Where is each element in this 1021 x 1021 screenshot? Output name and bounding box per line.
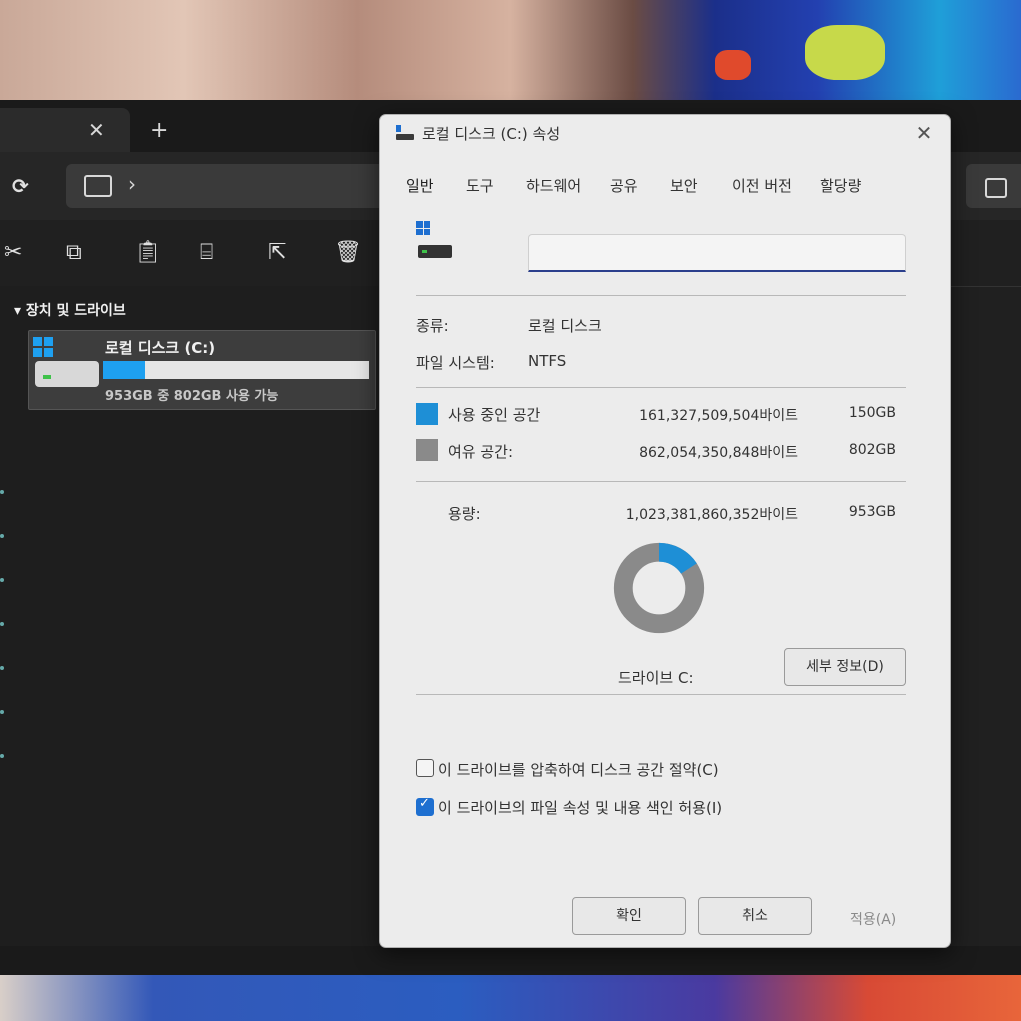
divider [416,387,906,388]
windows-logo-icon [33,337,53,357]
wallpaper-shape [805,25,885,80]
drive-icon [416,221,456,261]
divider [416,295,906,296]
divider [416,694,906,695]
compress-drive-checkbox[interactable] [416,759,434,777]
drive-usage-fill [103,361,145,379]
drive-tile-c[interactable]: 로컬 디스크 (C:) 953GB 중 802GB 사용 가능 [28,330,376,410]
used-space-size: 150GB [848,405,896,421]
file-system-label: 파일 시스템: [416,354,495,372]
refresh-icon[interactable]: ⟳ [12,174,38,200]
type-value: 로컬 디스크 [528,317,602,335]
delete-icon[interactable]: 🗑︎ [334,240,362,265]
capacity-size: 953GB [848,504,896,520]
explorer-tab[interactable]: ✕ [0,108,130,152]
this-pc-icon [84,175,112,197]
close-icon[interactable]: ✕ [912,121,936,145]
drive-led [43,375,51,379]
tab-previous-versions[interactable]: 이전 버전 [732,175,792,196]
wallpaper-shape [715,50,751,80]
drive-title-icon [396,125,414,143]
status-bar: ​ [0,946,1021,975]
compress-drive-label[interactable]: 이 드라이브를 압축하여 디스크 공간 절약(C) [438,759,719,780]
paste-icon[interactable]: 📋︎ [134,240,162,265]
address-input[interactable]: › [66,164,386,208]
free-space-swatch [416,439,438,461]
drive-properties-dialog: 로컬 디스크 (C:) 속성 ✕ 일반 도구 하드웨어 공유 보안 이전 버전 … [379,114,951,948]
used-space-bytes: 161,327,509,504바이트 [639,408,798,424]
desktop-wallpaper-bottom [0,975,1021,1021]
dialog-tabs: 일반 도구 하드웨어 공유 보안 이전 버전 할당량 [400,171,940,201]
drive-letter-label: 드라이브 C: [618,669,694,687]
dialog-title: 로컬 디스크 (C:) 속성 [422,125,561,143]
tab-quota[interactable]: 할당량 [820,175,861,196]
navigation-pane: ▾ 장치 및 드라이브 로컬 디스크 (C:) 953GB 중 802GB 사용… [0,286,380,946]
details-button[interactable]: 세부 정보(D) [784,648,906,686]
index-drive-checkbox[interactable] [416,796,434,816]
breadcrumb-chevron-icon[interactable]: › [128,172,136,196]
sidebar-indicators [0,490,4,820]
cut-icon[interactable]: ✂ [4,240,22,265]
hard-drive-icon [35,361,99,387]
free-space-size: 802GB [848,442,896,458]
type-label: 종류: [416,317,449,335]
drive-free-space-text: 953GB 중 802GB 사용 가능 [105,389,279,404]
close-tab-icon[interactable]: ✕ [88,118,105,142]
file-system-value: NTFS [528,352,567,370]
details-pane-icon[interactable] [985,178,1007,198]
tab-tools[interactable]: 도구 [466,175,494,196]
divider [416,481,906,482]
drive-name: 로컬 디스크 (C:) [105,339,216,357]
tab-general[interactable]: 일반 [406,175,434,196]
capacity-label: 용량: [448,505,481,523]
free-space-label: 여유 공간: [448,443,514,461]
ok-button[interactable]: 확인 [572,897,686,935]
windows-logo-icon [416,221,430,235]
drive-name-input[interactable] [528,234,906,272]
apply-button[interactable]: 적용(A) [850,909,896,929]
used-space-label: 사용 중인 공간 [448,406,541,424]
index-drive-label[interactable]: 이 드라이브의 파일 속성 및 내용 색인 허용(I) [438,797,722,818]
tab-security[interactable]: 보안 [670,175,698,196]
disk-usage-donut [613,542,705,634]
hard-drive-icon [418,245,452,258]
capacity-bytes: 1,023,381,860,352바이트 [625,507,798,523]
free-space-bytes: 862,054,350,848바이트 [639,445,798,461]
share-icon[interactable]: ⇱ [268,240,286,265]
rename-icon[interactable]: ⌸ [200,240,213,265]
tab-sharing[interactable]: 공유 [610,175,638,196]
cancel-button[interactable]: 취소 [698,897,812,935]
new-tab-button[interactable]: + [150,118,168,143]
copy-icon[interactable]: ⧉ [66,240,82,265]
used-space-swatch [416,403,438,425]
devices-and-drives-header[interactable]: ▾ 장치 및 드라이브 [14,300,126,320]
tab-hardware[interactable]: 하드웨어 [526,175,581,196]
